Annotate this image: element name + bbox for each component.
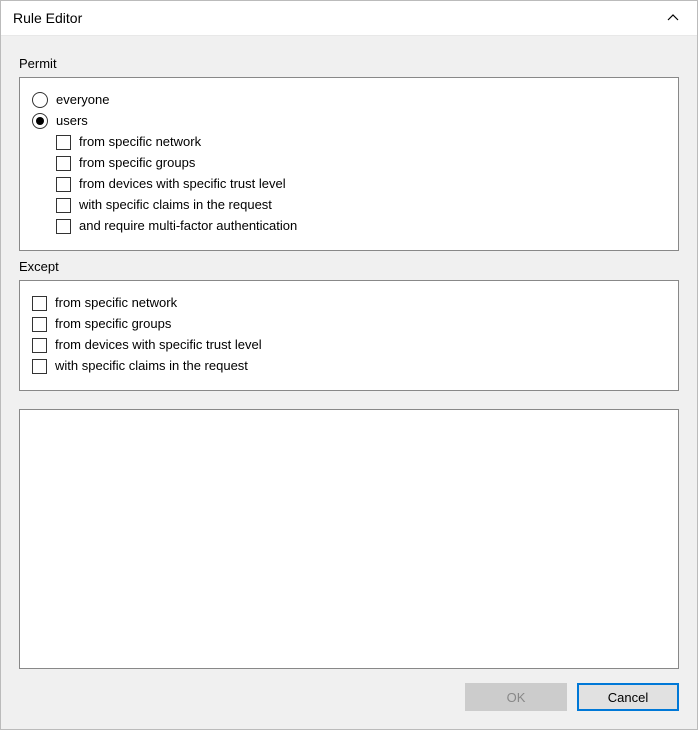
cancel-button[interactable]: Cancel bbox=[577, 683, 679, 711]
except-check-claims[interactable]: with specific claims in the request bbox=[32, 357, 666, 375]
radio-everyone[interactable] bbox=[32, 92, 48, 108]
users-suboptions: from specific network from specific grou… bbox=[56, 133, 666, 235]
permit-check-mfa[interactable]: and require multi-factor authentication bbox=[56, 217, 666, 235]
checkbox-label: from specific groups bbox=[55, 315, 171, 333]
permit-check-groups[interactable]: from specific groups bbox=[56, 154, 666, 172]
button-row: OK Cancel bbox=[19, 683, 679, 711]
permit-check-trust[interactable]: from devices with specific trust level bbox=[56, 175, 666, 193]
checkbox-icon[interactable] bbox=[32, 359, 47, 374]
radio-everyone-row[interactable]: everyone bbox=[32, 91, 666, 109]
checkbox-icon[interactable] bbox=[56, 219, 71, 234]
radio-everyone-label: everyone bbox=[56, 91, 109, 109]
ok-button: OK bbox=[465, 683, 567, 711]
checkbox-icon[interactable] bbox=[32, 296, 47, 311]
except-check-network[interactable]: from specific network bbox=[32, 294, 666, 312]
checkbox-icon[interactable] bbox=[56, 198, 71, 213]
checkbox-label: with specific claims in the request bbox=[55, 357, 248, 375]
details-panel bbox=[19, 409, 679, 669]
checkbox-label: from specific network bbox=[79, 133, 201, 151]
checkbox-icon[interactable] bbox=[56, 135, 71, 150]
checkbox-label: from devices with specific trust level bbox=[55, 336, 262, 354]
except-check-groups[interactable]: from specific groups bbox=[32, 315, 666, 333]
titlebar: Rule Editor bbox=[1, 1, 697, 36]
checkbox-label: from specific groups bbox=[79, 154, 195, 172]
permit-section-label: Permit bbox=[19, 56, 679, 71]
checkbox-label: from specific network bbox=[55, 294, 177, 312]
checkbox-icon[interactable] bbox=[32, 317, 47, 332]
radio-users-label: users bbox=[56, 112, 88, 130]
radio-users[interactable] bbox=[32, 113, 48, 129]
permit-panel: everyone users from specific network fro… bbox=[19, 77, 679, 251]
checkbox-icon[interactable] bbox=[56, 156, 71, 171]
dialog-body: Permit everyone users from specific netw… bbox=[1, 36, 697, 729]
chevron-up-icon[interactable] bbox=[661, 6, 685, 30]
checkbox-label: from devices with specific trust level bbox=[79, 175, 286, 193]
radio-users-row[interactable]: users bbox=[32, 112, 666, 130]
except-section-label: Except bbox=[19, 259, 679, 274]
checkbox-icon[interactable] bbox=[32, 338, 47, 353]
permit-check-network[interactable]: from specific network bbox=[56, 133, 666, 151]
except-check-trust[interactable]: from devices with specific trust level bbox=[32, 336, 666, 354]
rule-editor-window: Rule Editor Permit everyone users from s… bbox=[0, 0, 698, 730]
checkbox-label: with specific claims in the request bbox=[79, 196, 272, 214]
except-panel: from specific network from specific grou… bbox=[19, 280, 679, 391]
checkbox-label: and require multi-factor authentication bbox=[79, 217, 297, 235]
permit-check-claims[interactable]: with specific claims in the request bbox=[56, 196, 666, 214]
checkbox-icon[interactable] bbox=[56, 177, 71, 192]
window-title: Rule Editor bbox=[13, 10, 661, 26]
